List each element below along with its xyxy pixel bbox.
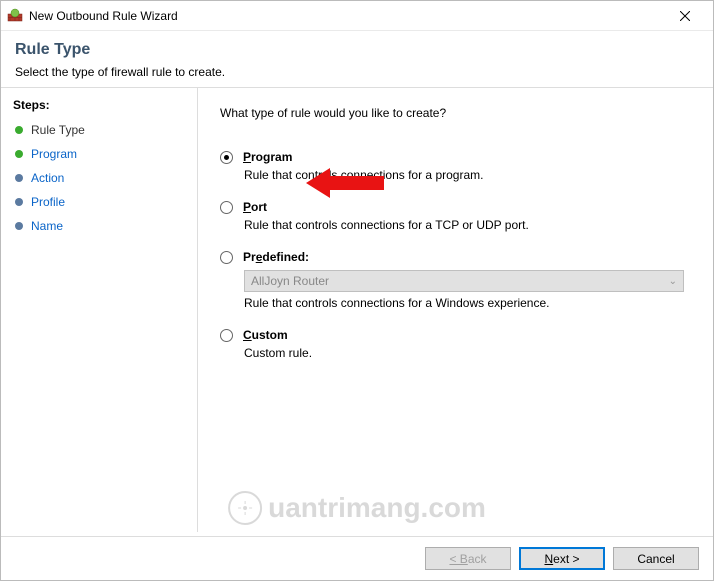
button-bar: < Back Next > Cancel (1, 536, 713, 580)
bullet-icon (15, 150, 23, 158)
option-program-desc: Rule that controls connections for a pro… (244, 168, 691, 182)
radio-custom[interactable] (220, 329, 233, 342)
step-label: Name (31, 219, 63, 233)
titlebar: New Outbound Rule Wizard (1, 1, 713, 31)
content-area: Steps: Rule Type Program Action Profile … (1, 88, 713, 532)
firewall-icon (7, 8, 23, 24)
step-label: Action (31, 171, 64, 185)
radio-predefined[interactable] (220, 251, 233, 264)
step-profile[interactable]: Profile (13, 190, 187, 214)
steps-sidebar: Steps: Rule Type Program Action Profile … (1, 88, 197, 532)
option-custom-label[interactable]: Custom (243, 328, 288, 342)
page-subtitle: Select the type of firewall rule to crea… (15, 65, 699, 79)
step-action[interactable]: Action (13, 166, 187, 190)
wizard-header: Rule Type Select the type of firewall ru… (1, 31, 713, 87)
radio-port[interactable] (220, 201, 233, 214)
option-predefined-desc: Rule that controls connections for a Win… (244, 296, 691, 310)
back-button: < Back (425, 547, 511, 570)
dropdown-value: AllJoyn Router (251, 274, 329, 288)
question-text: What type of rule would you like to crea… (220, 106, 691, 120)
close-icon (680, 11, 690, 21)
option-predefined-label[interactable]: Predefined: (243, 250, 309, 264)
option-predefined: Predefined: AllJoyn Router ⌄ Rule that c… (220, 250, 691, 310)
predefined-dropdown[interactable]: AllJoyn Router ⌄ (244, 270, 684, 292)
bullet-icon (15, 198, 23, 206)
step-name[interactable]: Name (13, 214, 187, 238)
option-port: Port Rule that controls connections for … (220, 200, 691, 232)
step-label: Rule Type (31, 123, 85, 137)
option-custom: Custom Custom rule. (220, 328, 691, 360)
bullet-icon (15, 174, 23, 182)
main-panel: What type of rule would you like to crea… (197, 88, 713, 532)
option-custom-desc: Custom rule. (244, 346, 691, 360)
option-port-desc: Rule that controls connections for a TCP… (244, 218, 691, 232)
option-port-label[interactable]: Port (243, 200, 267, 214)
step-label: Program (31, 147, 77, 161)
close-button[interactable] (665, 1, 705, 30)
steps-heading: Steps: (13, 98, 187, 112)
step-rule-type[interactable]: Rule Type (13, 118, 187, 142)
bullet-icon (15, 222, 23, 230)
radio-program[interactable] (220, 151, 233, 164)
next-button[interactable]: Next > (519, 547, 605, 570)
steps-list: Rule Type Program Action Profile Name (13, 118, 187, 238)
option-program-label[interactable]: Program (243, 150, 292, 164)
bullet-icon (15, 126, 23, 134)
cancel-button[interactable]: Cancel (613, 547, 699, 570)
chevron-down-icon: ⌄ (669, 276, 677, 287)
window-title: New Outbound Rule Wizard (29, 9, 178, 23)
option-program: Program Rule that controls connections f… (220, 150, 691, 182)
step-program[interactable]: Program (13, 142, 187, 166)
step-label: Profile (31, 195, 65, 209)
page-title: Rule Type (15, 41, 699, 59)
